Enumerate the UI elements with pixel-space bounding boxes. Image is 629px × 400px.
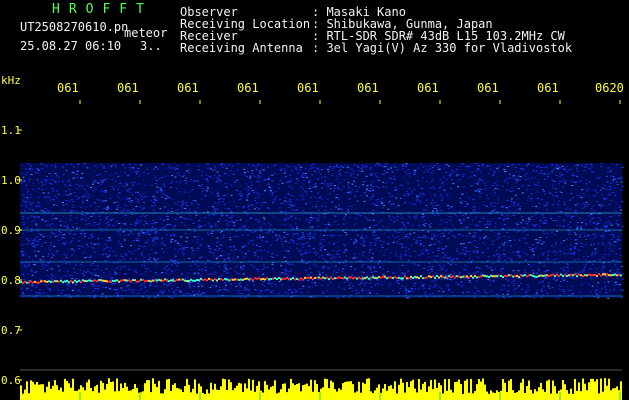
time-tick: 061	[237, 81, 259, 95]
time-tick: 061	[177, 81, 199, 95]
time-tick: 061	[297, 81, 319, 95]
time-tick: 061	[477, 81, 499, 95]
freq-unit-label: kHz	[1, 74, 21, 87]
filename: UT2508270610.pn	[20, 20, 129, 34]
freq-tick: 0.6	[1, 374, 21, 387]
antenna-value: : 3el Yagi(V) Az 330 for Vladivostok	[312, 41, 573, 55]
time-tick: 0620	[595, 81, 624, 95]
file-suffix: meteor	[124, 26, 168, 40]
spectrogram	[18, 100, 624, 400]
signal-strength-bars	[20, 378, 622, 400]
freq-tick: 1.1	[1, 124, 21, 137]
counter: 3..	[140, 39, 162, 53]
time-tick: 061	[537, 81, 559, 95]
time-tick: 061	[57, 81, 79, 95]
freq-tick: 0.9	[1, 224, 21, 237]
timestamp: 25.08.27 06:10	[20, 39, 122, 53]
app-name: HROFFT	[52, 2, 153, 17]
freq-tick: 1.0	[1, 174, 21, 187]
freq-tick: 0.8	[1, 274, 21, 287]
time-tick: 061	[357, 81, 379, 95]
antenna-label: Receiving Antenna	[180, 41, 303, 55]
freq-tick: 0.7	[1, 324, 21, 337]
time-tick: 061	[417, 81, 439, 95]
time-tick: 061	[117, 81, 139, 95]
